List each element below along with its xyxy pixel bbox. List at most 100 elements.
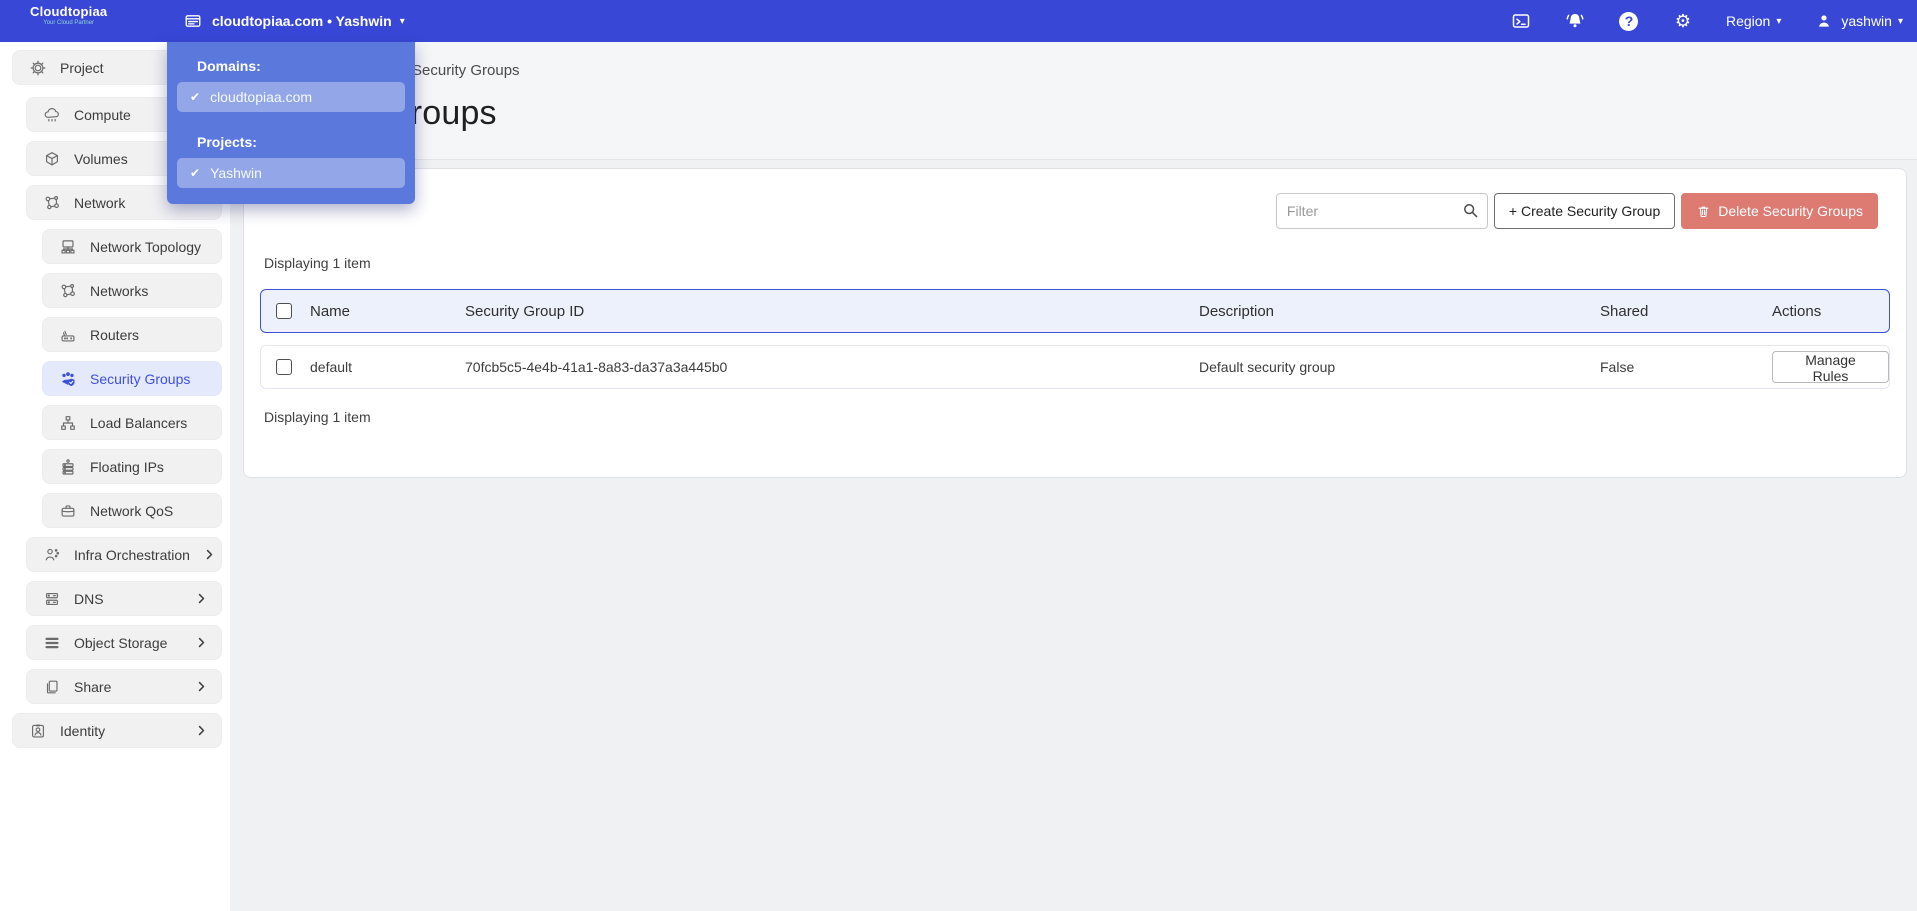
create-security-group-button[interactable]: + Create Security Group — [1493, 193, 1676, 229]
cell-shared: False — [1600, 359, 1635, 375]
sidebar-item-label: Infra Orchestration — [74, 546, 190, 563]
trash-icon — [1696, 204, 1711, 219]
sidebar-item-label: Network — [74, 194, 126, 211]
sidebar-item-load-balancers[interactable]: Load Balancers — [42, 405, 222, 440]
top-navbar: Cloudtopiaa Your Cloud Partner cloudtopi… — [0, 0, 1917, 42]
sidebar-item-security-groups[interactable]: Security Groups — [42, 361, 222, 396]
items-count-top: Displaying 1 item — [264, 255, 371, 271]
sidebar-item-label: Load Balancers — [90, 414, 188, 431]
cloud-icon — [43, 106, 61, 124]
sidebar-item-share[interactable]: Share — [26, 669, 222, 704]
sidebar-item-dns[interactable]: DNS — [26, 581, 222, 616]
project-option-label: Yashwin — [210, 165, 262, 181]
region-label: Region — [1725, 13, 1771, 29]
sidebar-item-label: Networks — [90, 282, 149, 299]
filter-input[interactable] — [1275, 193, 1488, 229]
table-header-row: Name Security Group ID Description Share… — [260, 289, 1890, 333]
table-body: default 70fcb5c5-4e4b-41a1-8a83-da37a3a44… — [260, 345, 1890, 389]
page-header: Security Groups Security Groups — [230, 42, 1917, 160]
column-header-name[interactable]: Name — [310, 303, 465, 320]
column-header-shared[interactable]: Shared — [1600, 303, 1772, 320]
table-toolbar: + Create Security Group Delete Security … — [260, 193, 1890, 229]
monitor-icon — [59, 238, 77, 256]
pages-icon — [43, 678, 61, 696]
breadcrumb: Security Groups — [412, 62, 520, 79]
list-icon — [43, 634, 61, 652]
chevron-right-icon — [195, 724, 208, 737]
chevron-right-icon — [195, 680, 208, 693]
sidebar-item-label: Security Groups — [90, 370, 191, 387]
chevron-right-icon — [195, 636, 208, 649]
user-menu[interactable]: yashwin ▾ — [1813, 10, 1903, 32]
notifications-bell-icon[interactable] — [1564, 10, 1586, 32]
case-icon — [59, 502, 77, 520]
sidebar-item-networks[interactable]: Networks — [42, 273, 222, 308]
user-icon — [1813, 10, 1835, 32]
sidebar-item-network-topology[interactable]: Network Topology — [42, 229, 222, 264]
search-icon[interactable] — [1461, 201, 1480, 225]
caret-down-icon: ▾ — [1776, 16, 1782, 27]
tree-icon — [59, 414, 77, 432]
select-all-checkbox[interactable] — [276, 303, 292, 319]
projects-heading: Projects: — [197, 134, 257, 150]
cell-description: Default security group — [1199, 359, 1336, 375]
brand-tagline: Your Cloud Partner — [43, 20, 95, 27]
grid-icon — [182, 10, 204, 32]
delete-security-groups-button[interactable]: Delete Security Groups — [1681, 193, 1878, 229]
sidebar-item-object-storage[interactable]: Object Storage — [26, 625, 222, 660]
table-row: default 70fcb5c5-4e4b-41a1-8a83-da37a3a44… — [260, 345, 1890, 389]
stack-icon — [59, 458, 77, 476]
items-count-bottom: Displaying 1 item — [264, 409, 371, 425]
shield-icon — [59, 370, 77, 388]
content-area: + Create Security Group Delete Security … — [230, 160, 1917, 478]
domain-project-label: cloudtopiaa.com • Yashwin — [212, 13, 392, 29]
cube-icon — [43, 150, 61, 168]
column-header-description[interactable]: Description — [1199, 303, 1600, 320]
domain-project-selector[interactable]: cloudtopiaa.com • Yashwin ▾ — [182, 0, 405, 42]
person-icon — [43, 546, 61, 564]
domain-option-label: cloudtopiaa.com — [210, 89, 313, 105]
brand-logo[interactable]: Cloudtopiaa Your Cloud Partner — [30, 4, 108, 27]
chevron-right-icon — [203, 548, 216, 561]
domains-heading: Domains: — [197, 58, 261, 74]
idcard-icon — [29, 722, 47, 740]
sidebar-item-identity[interactable]: Identity — [12, 713, 222, 748]
gear-icon — [29, 59, 47, 77]
cell-security-group-id: 70fcb5c5-4e4b-41a1-8a83-da37a3a445b0 — [465, 359, 728, 375]
app-window: Cloudtopiaa Your Cloud Partner cloudtopi… — [0, 0, 1917, 911]
security-groups-card: + Create Security Group Delete Security … — [243, 168, 1907, 478]
sidebar-item-network-qos[interactable]: Network QoS — [42, 493, 222, 528]
username-label: yashwin — [1841, 13, 1892, 29]
cell-name: default — [310, 359, 353, 375]
manage-rules-button[interactable]: Manage Rules — [1772, 351, 1889, 384]
chevron-right-icon — [195, 592, 208, 605]
sidebar-item-label: Floating IPs — [90, 458, 164, 475]
row-checkbox[interactable] — [276, 359, 292, 375]
sidebar-item-label: DNS — [74, 590, 104, 607]
caret-down-icon: ▾ — [399, 16, 405, 27]
servers-icon — [43, 590, 61, 608]
console-icon[interactable] — [1510, 10, 1532, 32]
filter-field-wrap — [1275, 193, 1488, 229]
navbar-actions: ? ⚙ Region ▾ yashwin ▾ — [1510, 0, 1903, 42]
domain-project-dropdown: Domains: ✔ cloudtopiaa.com Projects: ✔ Yas… — [167, 42, 415, 204]
project-option-yashwin[interactable]: ✔ Yashwin — [177, 158, 405, 188]
region-menu[interactable]: Region ▾ — [1726, 13, 1781, 29]
sidebar-item-label: Compute — [74, 106, 131, 123]
sidebar-item-label: Project — [60, 59, 104, 76]
sidebar-item-routers[interactable]: Routers — [42, 317, 222, 352]
sidebar-item-label: Routers — [90, 326, 140, 343]
settings-gear-icon[interactable]: ⚙ — [1672, 10, 1694, 32]
router-icon — [59, 326, 77, 344]
sidebar-item-floating-ips[interactable]: Floating IPs — [42, 449, 222, 484]
help-icon[interactable]: ? — [1618, 10, 1640, 32]
nodes-icon — [59, 282, 77, 300]
domain-option-cloudtopiaa-com[interactable]: ✔ cloudtopiaa.com — [177, 82, 405, 112]
column-header-id[interactable]: Security Group ID — [465, 303, 1199, 320]
sidebar-item-infra-orchestration[interactable]: Infra Orchestration — [26, 537, 222, 572]
column-header-actions: Actions — [1772, 302, 1822, 320]
brand-title: Cloudtopiaa — [30, 4, 108, 19]
main-area: Security Groups Security Groups + Create… — [230, 42, 1917, 911]
sidebar-item-label: Object Storage — [74, 634, 168, 651]
sidebar-item-label: Volumes — [74, 150, 128, 167]
